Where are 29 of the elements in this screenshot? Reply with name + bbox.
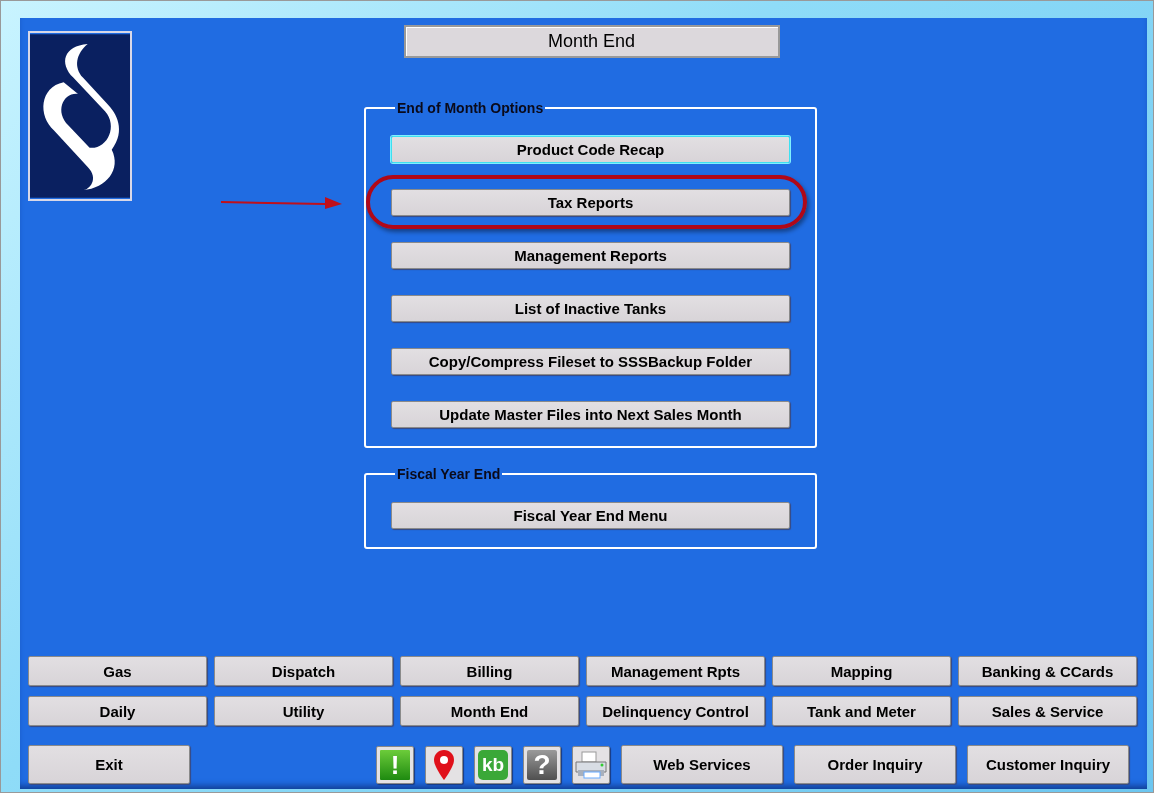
nav-button[interactable]: Tank and Meter: [772, 696, 951, 726]
menu-button[interactable]: Management Reports: [391, 242, 790, 269]
nav-button[interactable]: Delinquency Control: [586, 696, 765, 726]
map-pin-button[interactable]: [425, 745, 463, 784]
menu-button[interactable]: Tax Reports: [391, 189, 790, 216]
group-legend: Fiscal Year End: [395, 466, 503, 482]
nav-button[interactable]: Mapping: [772, 656, 951, 686]
exit-button[interactable]: Exit: [28, 745, 190, 784]
nav-button[interactable]: Dispatch: [214, 656, 393, 686]
nav-button[interactable]: Banking & CCards: [958, 656, 1137, 686]
nav-button[interactable]: Month End: [400, 696, 579, 726]
menu-button[interactable]: Product Code Recap: [391, 136, 790, 163]
nav-button[interactable]: Daily: [28, 696, 207, 726]
inquiry-button[interactable]: Order Inquiry: [794, 745, 956, 784]
nav-button[interactable]: Sales & Service: [958, 696, 1137, 726]
help-button[interactable]: ?: [523, 745, 561, 784]
menu-button[interactable]: Copy/Compress Fileset to SSSBackup Folder: [391, 348, 790, 375]
printer-button[interactable]: [572, 745, 610, 784]
nav-button[interactable]: Billing: [400, 656, 579, 686]
inquiry-button[interactable]: Customer Inquiry: [967, 745, 1129, 784]
inquiry-button[interactable]: Web Services: [621, 745, 783, 784]
menu-button[interactable]: Update Master Files into Next Sales Month: [391, 401, 790, 428]
group-legend: End of Month Options: [395, 100, 546, 116]
menu-button[interactable]: List of Inactive Tanks: [391, 295, 790, 322]
menu-button[interactable]: Fiscal Year End Menu: [391, 502, 790, 529]
screen-title: Month End: [403, 25, 780, 58]
nav-button[interactable]: Gas: [28, 656, 207, 686]
nav-button[interactable]: Utility: [214, 696, 393, 726]
nav-button[interactable]: Management Rpts: [586, 656, 765, 686]
